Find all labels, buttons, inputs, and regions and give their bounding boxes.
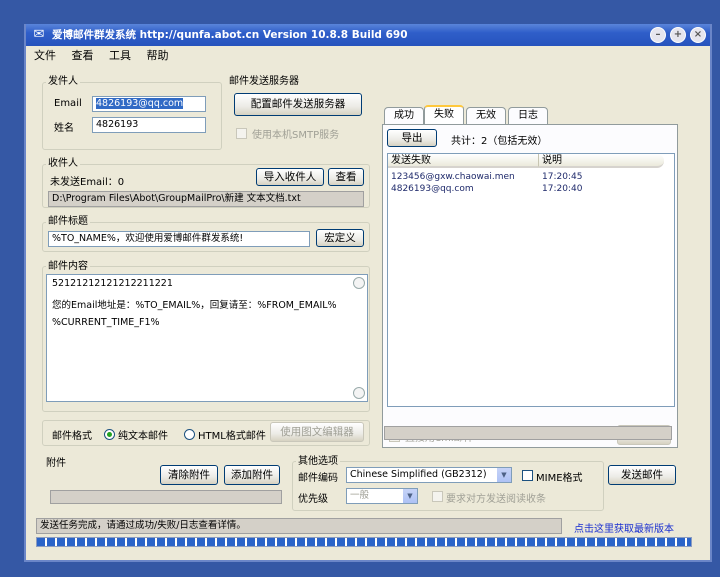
clear-attachments-button[interactable]: 清除附件: [160, 465, 218, 485]
local-smtp-label: 使用本机SMTP服务: [252, 130, 340, 141]
name-label: 姓名: [54, 123, 74, 134]
scroll-up-handle[interactable]: [353, 277, 365, 289]
content-line-2: 您的Email地址是：%TO_EMAIL%，回复请至：%FROM_EMAIL%: [52, 300, 337, 311]
configure-server-button[interactable]: 配置邮件发送服务器: [234, 93, 362, 116]
sender-group: [42, 82, 222, 150]
unsent-count: 未发送Email：0: [50, 177, 125, 188]
add-attachment-button[interactable]: 添加附件: [224, 465, 280, 485]
menu-help[interactable]: 帮助: [147, 49, 169, 62]
results-panel: 导出 共计：2（包括无效） 发送失败 说明 123456@gxw.chaowai…: [382, 124, 678, 448]
column-header-note[interactable]: 说明: [538, 154, 664, 168]
format-label: 邮件格式: [52, 431, 92, 442]
results-total: 共计：2（包括无效）: [451, 136, 548, 147]
minimize-button[interactable]: –: [650, 27, 666, 43]
results-list[interactable]: 发送失败 说明 123456@gxw.chaowai.men 17:20:45 …: [387, 153, 675, 407]
plain-text-label: 纯文本邮件: [118, 431, 168, 442]
local-smtp-checkbox[interactable]: [236, 128, 247, 139]
plain-text-radio[interactable]: [104, 429, 115, 440]
tab-log[interactable]: 日志: [508, 107, 548, 124]
options-group-label: 其他选项: [296, 452, 340, 467]
window-title: 爱博邮件群发系统 http://qunfa.abot.cn Version 10…: [52, 29, 408, 41]
server-group-label: 邮件发送服务器: [229, 76, 299, 87]
content-textarea[interactable]: 52121212121212211221 您的Email地址是：%TO_EMAI…: [46, 274, 368, 402]
sender-group-label: 发件人: [46, 72, 80, 87]
content-line-3: %CURRENT_TIME_F1%: [52, 317, 160, 328]
result-row-2-address[interactable]: 4826193@qq.com: [391, 184, 474, 194]
html-format-label: HTML格式邮件: [198, 431, 266, 442]
app-icon: ✉: [33, 27, 45, 42]
view-recipients-button[interactable]: 查看: [328, 168, 364, 186]
maximize-button[interactable]: +: [670, 27, 686, 43]
html-format-radio[interactable]: [184, 429, 195, 440]
menu-bar: 文件 查看 工具 帮助: [26, 46, 710, 66]
subject-group-label: 邮件标题: [46, 212, 90, 227]
recipients-group-label: 收件人: [46, 154, 80, 169]
scroll-down-handle[interactable]: [353, 387, 365, 399]
export-button[interactable]: 导出: [387, 129, 437, 147]
priority-label: 优先级: [298, 494, 328, 505]
import-recipients-button[interactable]: 导入收件人: [256, 168, 324, 186]
send-mail-button[interactable]: 发送邮件: [608, 465, 676, 485]
chevron-down-icon: ▼: [497, 468, 511, 482]
encoding-select[interactable]: Chinese Simplified (GB2312) ▼: [346, 467, 512, 483]
column-header-address[interactable]: 发送失败: [388, 154, 538, 168]
tab-failed[interactable]: 失败: [424, 105, 464, 125]
menu-view[interactable]: 查看: [72, 49, 94, 62]
subject-input[interactable]: %TO_NAME%，欢迎使用爱博邮件群发系统!: [48, 231, 310, 247]
sender-name-input[interactable]: 4826193: [92, 117, 206, 133]
menu-file[interactable]: 文件: [34, 49, 56, 62]
eml-file-path[interactable]: [384, 426, 672, 440]
menu-tools[interactable]: 工具: [109, 49, 131, 62]
content-line-1: 52121212121212211221: [52, 278, 173, 289]
tab-invalid[interactable]: 无效: [466, 107, 506, 124]
close-button[interactable]: ×: [690, 27, 706, 43]
status-message: 发送任务完成，请通过成功/失败/日志查看详情。: [36, 518, 562, 534]
send-progress-fill: [37, 538, 691, 546]
read-receipt-checkbox[interactable]: [432, 491, 443, 502]
result-row-2-time: 17:20:40: [542, 184, 583, 194]
attachment-group-label: 附件: [46, 458, 66, 469]
mime-checkbox[interactable]: [522, 470, 533, 481]
result-row-1-time: 17:20:45: [542, 172, 583, 182]
encoding-label: 邮件编码: [298, 473, 338, 484]
tab-success[interactable]: 成功: [384, 107, 424, 124]
content-group-label: 邮件内容: [46, 257, 90, 272]
send-progress-bar: [36, 537, 692, 547]
attachment-list[interactable]: [50, 490, 282, 504]
macro-button[interactable]: 宏定义: [316, 229, 364, 247]
priority-select[interactable]: 一般 ▼: [346, 488, 418, 504]
recipients-file-path: D:\Program Files\Abot\GroupMailPro\新建 文本…: [48, 191, 364, 207]
email-label: Email: [54, 98, 82, 109]
mime-label: MIME格式: [536, 473, 583, 484]
sender-email-input[interactable]: 4826193@qq.com: [92, 96, 206, 112]
result-row-1-address[interactable]: 123456@gxw.chaowai.men: [391, 172, 515, 182]
update-link[interactable]: 点击这里获取最新版本: [574, 520, 674, 535]
chevron-down-icon: ▼: [403, 489, 417, 503]
title-bar[interactable]: ✉ 爱博邮件群发系统 http://qunfa.abot.cn Version …: [26, 24, 710, 46]
main-window: ✉ 爱博邮件群发系统 http://qunfa.abot.cn Version …: [24, 24, 712, 562]
rich-editor-button[interactable]: 使用图文编辑器: [270, 422, 364, 442]
read-receipt-label: 要求对方发送阅读收条: [446, 494, 546, 505]
